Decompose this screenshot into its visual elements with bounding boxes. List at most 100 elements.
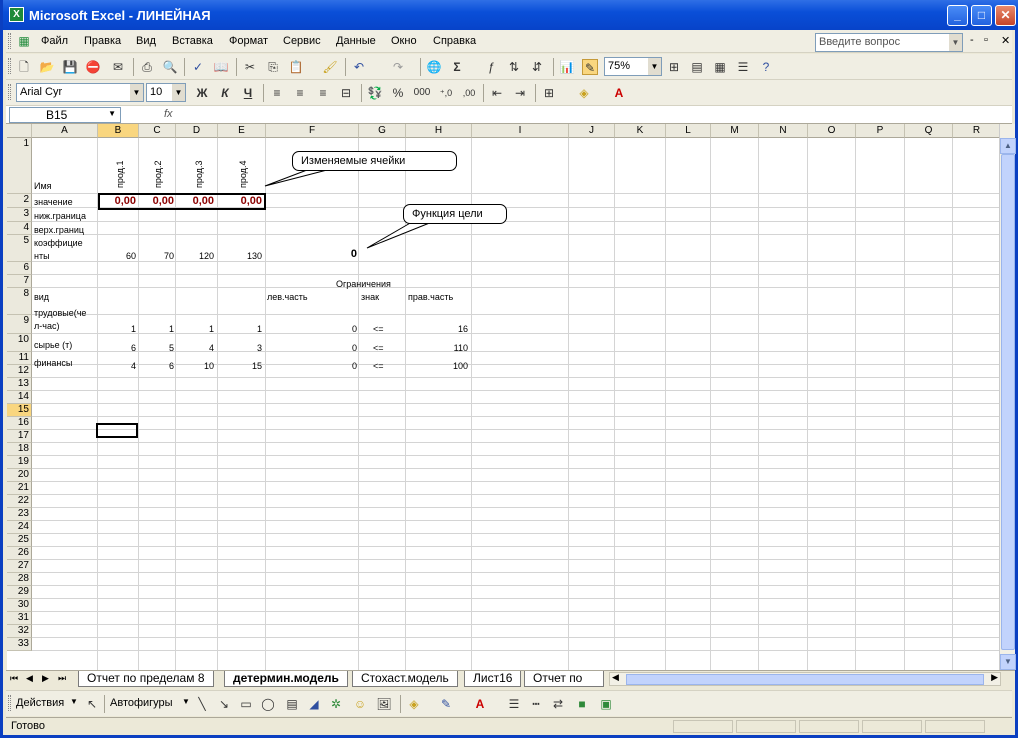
select-arrow-icon[interactable]: ↖ — [84, 696, 100, 712]
merge-center-icon[interactable]: ⊟ — [338, 85, 354, 101]
chevron-down-icon[interactable]: ▼ — [130, 84, 143, 101]
help-icon[interactable]: ? — [758, 59, 774, 75]
format-painter-icon[interactable]: 🖌 — [322, 59, 338, 75]
arrow-style-icon[interactable]: ⇄ — [550, 696, 566, 712]
doc-close-button[interactable]: ✕ — [1001, 34, 1010, 47]
new-icon[interactable]: 🗋 — [16, 59, 32, 75]
spreadsheet-grid[interactable]: ABCDEFGHIJKLMNOPQR 1 2 3 4 5 6 7 8 9 10 11 12 13 14 15… — [7, 124, 999, 670]
chevron-down-icon[interactable]: ▼ — [648, 58, 661, 75]
currency-icon[interactable]: 💱 — [367, 85, 383, 101]
tab-report-cut[interactable]: Отчет по пр — [524, 671, 604, 687]
hscroll-thumb[interactable] — [626, 674, 984, 685]
align-left-icon[interactable]: ≡ — [269, 85, 285, 101]
underline-button[interactable]: Ч — [240, 85, 256, 101]
print-icon[interactable]: ⎙ — [139, 59, 155, 75]
toolbar-grip[interactable] — [8, 84, 11, 100]
tab-nav-first-icon[interactable]: ⏮ — [10, 673, 18, 684]
shadow-icon[interactable]: ■ — [574, 696, 590, 712]
table-icon[interactable]: ▦ — [712, 59, 728, 75]
menu-edit[interactable]: Правка — [84, 35, 121, 47]
draw-font-color-icon[interactable]: A — [472, 696, 488, 712]
copy-icon[interactable]: ⎘ — [265, 59, 281, 75]
chart-wizard-icon[interactable]: 📊 — [559, 59, 575, 75]
close-button[interactable]: ✕ — [995, 5, 1016, 26]
scroll-up-icon[interactable]: ▲ — [1000, 138, 1016, 154]
cut-icon[interactable]: ✂ — [242, 59, 258, 75]
menu-file[interactable]: Файл — [41, 35, 68, 47]
open-icon[interactable]: 📂 — [39, 59, 55, 75]
scroll-thumb[interactable] — [1001, 154, 1015, 650]
rectangle-icon[interactable]: ▭ — [238, 696, 254, 712]
menu-help[interactable]: Справка — [433, 35, 476, 47]
chevron-down-icon[interactable]: ▼ — [172, 84, 185, 101]
name-box[interactable]: B15 ▼ — [9, 107, 121, 123]
zoom-select[interactable]: 75% ▼ — [604, 57, 662, 76]
list-icon[interactable]: ☰ — [735, 59, 751, 75]
percent-button[interactable]: % — [390, 85, 406, 101]
menu-insert[interactable]: Вставка — [172, 35, 213, 47]
thousands-button[interactable]: 000 — [413, 85, 431, 101]
menu-view[interactable]: Вид — [136, 35, 156, 47]
sort-asc-icon[interactable]: ⇅ — [506, 59, 522, 75]
toolbar-grip[interactable] — [8, 58, 11, 74]
bold-button[interactable]: Ж — [194, 85, 210, 101]
autosum-icon[interactable]: Σ — [449, 59, 465, 75]
dash-style-icon[interactable]: ┅ — [528, 696, 544, 712]
email-icon[interactable]: ✉ — [110, 59, 126, 75]
spelling-icon[interactable]: ✓ — [190, 59, 206, 75]
excel-app-icon[interactable]: X — [9, 7, 24, 22]
decrease-decimal-button[interactable]: ,00 — [459, 85, 479, 101]
maximize-button[interactable]: □ — [971, 5, 992, 26]
workbook-icon[interactable]: ▦ — [16, 33, 32, 49]
font-color-icon[interactable]: A — [611, 85, 627, 101]
permission-icon[interactable]: ⛔ — [85, 59, 101, 75]
pivot-icon[interactable]: ▤ — [689, 59, 705, 75]
tab-stoch-model[interactable]: Стохаст.модель — [352, 671, 458, 687]
callout-target-function[interactable]: Функция цели — [403, 204, 507, 224]
increase-indent-icon[interactable]: ⇥ — [512, 85, 528, 101]
tab-limits-report[interactable]: Отчет по пределам 8 — [78, 671, 214, 687]
decrease-indent-icon[interactable]: ⇤ — [489, 85, 505, 101]
undo-icon[interactable]: ↶ — [351, 59, 367, 75]
diagram-icon[interactable]: ✲ — [328, 696, 344, 712]
oval-icon[interactable]: ◯ — [260, 696, 276, 712]
new-comment-icon[interactable]: ⊞ — [666, 59, 682, 75]
callout-changing-cells[interactable]: Изменяемые ячейки — [292, 151, 457, 171]
fill-color-icon[interactable]: ◈ — [576, 85, 592, 101]
align-center-icon[interactable]: ≡ — [292, 85, 308, 101]
chevron-down-icon[interactable]: ▼ — [949, 34, 962, 51]
tab-nav-prev-icon[interactable]: ◀ — [26, 673, 33, 684]
paste-icon[interactable]: 📋 — [288, 59, 304, 75]
toolbar-grip[interactable] — [8, 33, 11, 49]
sort-desc-icon[interactable]: ⇵ — [529, 59, 545, 75]
menu-tools[interactable]: Сервис — [283, 35, 321, 47]
save-icon[interactable]: 💾 — [62, 59, 78, 75]
tab-sheet16[interactable]: Лист16 — [464, 671, 522, 687]
arrow-icon[interactable]: ↘ — [216, 696, 232, 712]
line-style-icon[interactable]: ☰ — [506, 696, 522, 712]
help-search-input[interactable]: Введите вопрос ▼ — [815, 33, 963, 52]
redo-icon[interactable]: ↷ — [390, 59, 406, 75]
line-color-icon[interactable]: ✎ — [438, 696, 454, 712]
scroll-down-icon[interactable]: ▼ — [1000, 654, 1016, 670]
menu-format[interactable]: Формат — [229, 35, 268, 47]
italic-button[interactable]: К — [217, 85, 233, 101]
doc-minimize-button[interactable]: - — [970, 34, 974, 46]
clipart-icon[interactable]: ☺ — [352, 696, 368, 712]
3d-icon[interactable]: ▣ — [598, 696, 614, 712]
picture-icon[interactable]: 🖼 — [376, 696, 392, 712]
doc-restore-button[interactable]: ▫ — [984, 34, 988, 46]
line-icon[interactable]: ╲ — [194, 696, 210, 712]
textbox-icon[interactable]: ▤ — [284, 696, 300, 712]
horizontal-scrollbar[interactable]: ◀ ▶ — [609, 672, 1001, 686]
actions-menu[interactable]: Действия — [16, 697, 64, 709]
autoshapes-menu[interactable]: Автофигуры — [110, 697, 173, 709]
fill-bucket-icon[interactable]: ◈ — [406, 696, 422, 712]
menu-window[interactable]: Окно — [391, 35, 417, 47]
scroll-left-icon[interactable]: ◀ — [612, 672, 619, 683]
font-size-select[interactable]: 10 ▼ — [146, 83, 186, 102]
scroll-right-icon[interactable]: ▶ — [991, 672, 998, 683]
toolbar-grip[interactable] — [8, 695, 11, 711]
tab-nav-next-icon[interactable]: ▶ — [42, 673, 49, 684]
align-right-icon[interactable]: ≡ — [315, 85, 331, 101]
